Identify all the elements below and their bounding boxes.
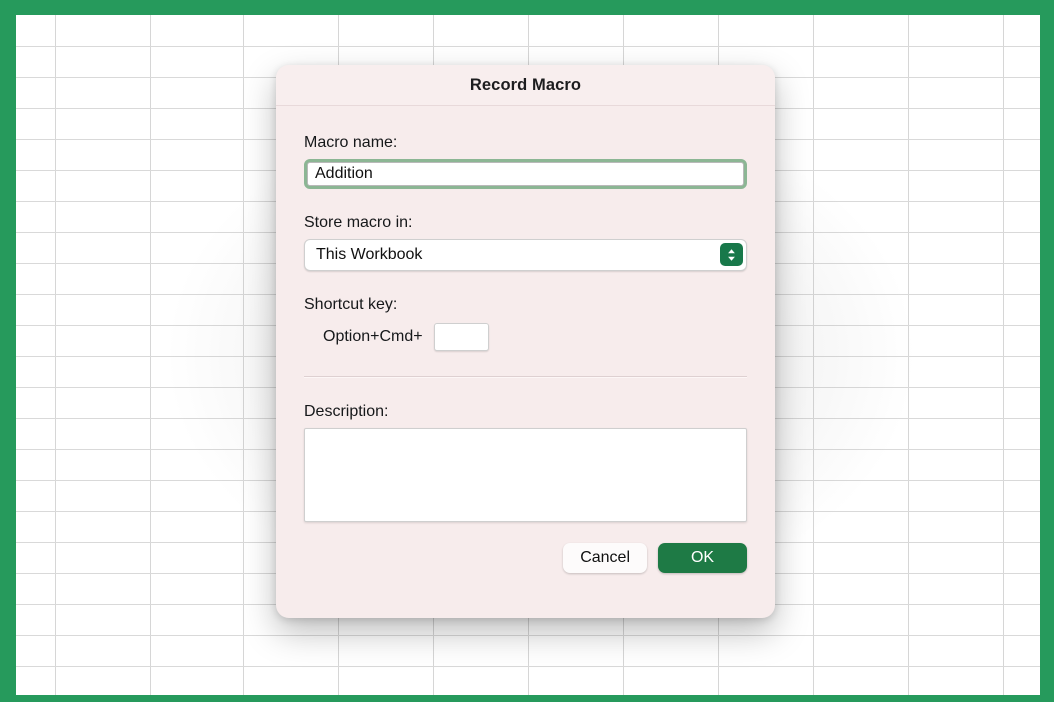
dialog-button-row: Cancel OK (304, 543, 747, 573)
grid-column-line (813, 15, 814, 695)
store-macro-in-label: Store macro in: (304, 214, 413, 231)
shortcut-key-label: Shortcut key: (304, 296, 398, 313)
grid-row-line (16, 666, 1040, 667)
record-macro-dialog: Record Macro Macro name: Store macro in:… (276, 65, 775, 618)
store-macro-in-select[interactable]: This Workbook (304, 239, 747, 271)
grid-column-line (150, 15, 151, 695)
description-label: Description: (304, 403, 389, 420)
grid-row-line (16, 46, 1040, 47)
grid-column-line (55, 15, 56, 695)
grid-column-line (908, 15, 909, 695)
description-textarea[interactable] (304, 428, 747, 522)
shortcut-key-input[interactable] (433, 323, 489, 351)
shortcut-key-row: Option+Cmd+ (304, 323, 747, 351)
app-window: Record Macro Macro name: Store macro in:… (0, 0, 1054, 702)
chevron-up-down-icon[interactable] (720, 243, 743, 266)
dialog-titlebar: Record Macro (276, 65, 775, 106)
grid-row-line (16, 635, 1040, 636)
grid-column-line (243, 15, 244, 695)
macro-name-focus-ring (304, 159, 747, 189)
shortcut-key-prefix: Option+Cmd+ (323, 328, 423, 345)
dialog-body: Macro name: Store macro in: This Workboo… (276, 133, 775, 573)
dialog-title: Record Macro (469, 75, 582, 94)
section-divider (304, 376, 747, 378)
macro-name-label: Macro name: (304, 134, 398, 151)
macro-name-input[interactable] (307, 162, 744, 186)
cancel-button[interactable]: Cancel (563, 543, 647, 573)
store-macro-in-value: This Workbook (316, 246, 423, 263)
ok-button[interactable]: OK (658, 543, 747, 573)
grid-column-line (1003, 15, 1004, 695)
